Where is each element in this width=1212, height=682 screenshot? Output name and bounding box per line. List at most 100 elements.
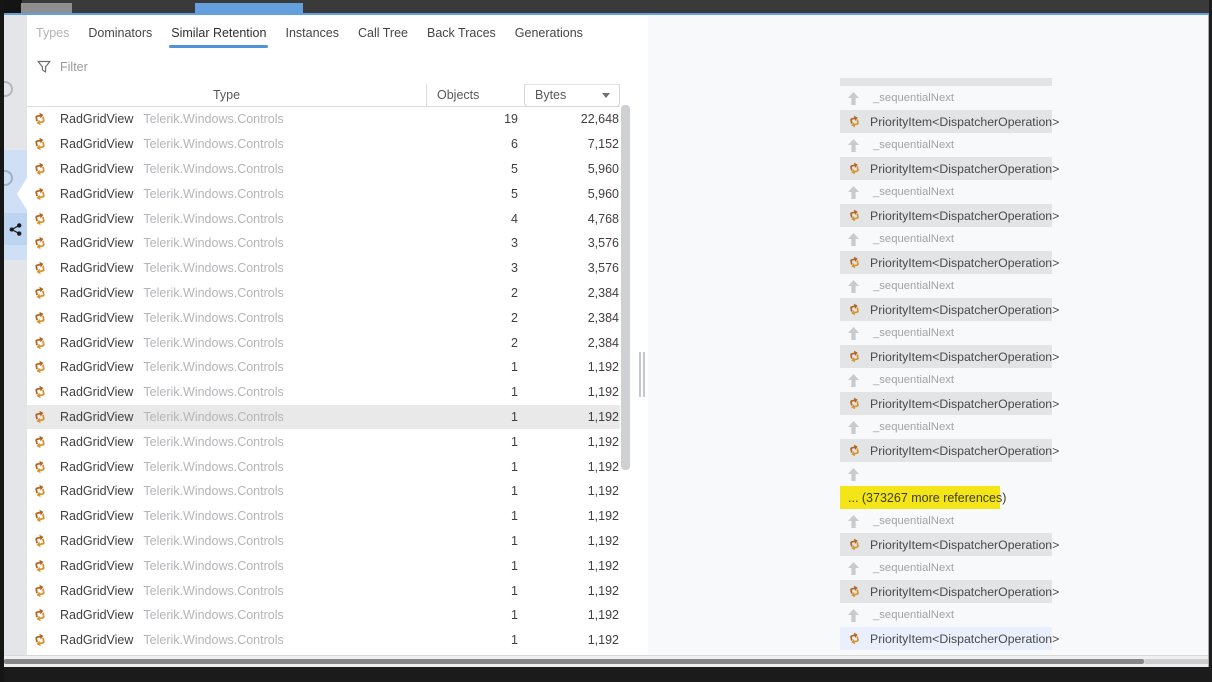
column-header-type[interactable]: Type xyxy=(27,84,426,106)
table-row[interactable]: RadGridView Telerik.Windows.Controls 6 7,15… xyxy=(27,132,620,157)
table-row[interactable]: RadGridView Telerik.Windows.Controls 5 5,96… xyxy=(27,181,620,206)
table-row[interactable]: RadGridView Telerik.Windows.Controls 1 1,19… xyxy=(27,454,620,479)
type-name: RadGridView xyxy=(60,558,134,573)
class-type-icon xyxy=(850,397,859,410)
filter-field[interactable]: Filter xyxy=(37,58,88,76)
object-node[interactable]: PriorityItem<DispatcherOperation> xyxy=(840,392,1059,415)
reference-row: _sequentialNext xyxy=(840,368,1052,392)
object-node[interactable]: PriorityItem<DispatcherOperation> xyxy=(840,251,1059,274)
type-namespace: Telerik.Windows.Controls xyxy=(143,608,284,623)
object-node[interactable]: PriorityItem<DispatcherOperation> xyxy=(840,439,1059,462)
table-row[interactable]: RadGridView Telerik.Windows.Controls 1 1,19… xyxy=(27,355,620,380)
table-row[interactable]: RadGridView Telerik.Windows.Controls 4 4,76… xyxy=(27,206,620,231)
reference-field-label: _sequentialNext xyxy=(873,609,955,621)
object-node[interactable]: PriorityItem<DispatcherOperation> xyxy=(840,533,1059,556)
column-header-objects[interactable]: Objects xyxy=(426,84,524,106)
table-row[interactable]: RadGridView Telerik.Windows.Controls 1 1,19… xyxy=(27,429,620,454)
type-namespace: Telerik.Windows.Controls xyxy=(143,583,284,598)
class-type-icon xyxy=(35,460,45,473)
sort-dropdown-caret-icon[interactable] xyxy=(602,93,610,98)
object-node-partial[interactable] xyxy=(840,78,1052,86)
table-row[interactable]: RadGridView Telerik.Windows.Controls 2 2,38… xyxy=(27,330,620,355)
type-name: RadGridView xyxy=(60,409,134,424)
up-arrow-icon xyxy=(848,326,859,340)
tab-instances[interactable]: Instances xyxy=(285,20,339,48)
objects-count: 1 xyxy=(511,608,518,623)
up-arrow-icon xyxy=(848,373,859,387)
table-vertical-scrollbar[interactable] xyxy=(621,105,630,470)
objects-count: 3 xyxy=(511,236,518,251)
window-bottom-edge xyxy=(0,667,1212,682)
bytes-value: 1,192 xyxy=(587,608,619,623)
object-node[interactable]: PriorityItem<DispatcherOperation> xyxy=(840,580,1059,603)
class-type-icon xyxy=(850,350,859,363)
table-row[interactable]: RadGridView Telerik.Windows.Controls 1 1,19… xyxy=(27,529,620,554)
up-arrow-icon xyxy=(848,561,859,575)
object-type-label: PriorityItem<DispatcherOperation> xyxy=(870,349,1060,364)
up-arrow-icon xyxy=(848,467,859,481)
reference-row xyxy=(840,462,1052,486)
type-namespace: Telerik.Windows.Controls xyxy=(143,335,284,350)
table-row[interactable]: RadGridView Telerik.Windows.Controls 1 1,19… xyxy=(27,380,620,405)
bytes-value: 1,192 xyxy=(587,385,619,400)
table-row[interactable]: RadGridView Telerik.Windows.Controls 1 1,19… xyxy=(27,578,620,603)
retention-analysis-button[interactable] xyxy=(4,213,27,245)
reference-row: _sequentialNext xyxy=(840,133,1052,157)
panel-splitter[interactable] xyxy=(632,15,648,656)
type-namespace: Telerik.Windows.Controls xyxy=(143,633,284,648)
column-header-bytes[interactable]: Bytes xyxy=(524,84,620,107)
class-type-icon xyxy=(35,361,45,374)
tab-generations[interactable]: Generations xyxy=(515,20,583,48)
object-type-label: PriorityItem<DispatcherOperation> xyxy=(870,114,1060,129)
horizontal-scrollbar[interactable] xyxy=(4,655,1209,667)
tab-types[interactable]: Types xyxy=(36,20,69,48)
tab-similar-retention[interactable]: Similar Retention xyxy=(169,20,269,48)
type-namespace: Telerik.Windows.Controls xyxy=(143,533,284,548)
table-row[interactable]: RadGridView Telerik.Windows.Controls 1 1,19… xyxy=(27,628,620,653)
table-row[interactable]: RadGridView Telerik.Windows.Controls 2 2,38… xyxy=(27,305,620,330)
reference-field-label: _sequentialNext xyxy=(873,562,955,574)
chrome-active-tab[interactable] xyxy=(195,3,303,13)
tab-label: Instances xyxy=(285,26,339,40)
type-namespace: Telerik.Windows.Controls xyxy=(143,409,284,424)
object-type-label: PriorityItem<DispatcherOperation> xyxy=(870,302,1060,317)
object-node[interactable]: PriorityItem<DispatcherOperation> xyxy=(840,627,1059,650)
more-references-highlight[interactable]: ... (373267 more references) xyxy=(840,486,1006,509)
bytes-value: 3,576 xyxy=(587,261,619,276)
table-row[interactable]: RadGridView Telerik.Windows.Controls 19 22,… xyxy=(27,107,620,132)
bytes-value: 3,576 xyxy=(587,236,619,251)
tab-dominators[interactable]: Dominators xyxy=(88,20,152,48)
snapshot-circle-icon[interactable] xyxy=(4,170,13,186)
tab-label: Generations xyxy=(514,26,583,40)
type-name: RadGridView xyxy=(60,335,134,350)
reference-field-label: _sequentialNext xyxy=(873,327,955,339)
class-type-icon xyxy=(850,538,859,551)
tab-call-tree[interactable]: Call Tree xyxy=(358,20,408,48)
object-node[interactable]: PriorityItem<DispatcherOperation> xyxy=(840,204,1059,227)
tab-back-traces[interactable]: Back Traces xyxy=(427,20,496,48)
splitter-grip[interactable] xyxy=(639,352,645,397)
horizontal-scrollbar-thumb[interactable] xyxy=(4,659,1144,664)
chrome-inactive-tab[interactable] xyxy=(21,3,72,13)
table-row[interactable]: RadGridView Telerik.Windows.Controls 1 1,19… xyxy=(27,553,620,578)
table-row[interactable]: RadGridView Telerik.Windows.Controls 3 3,57… xyxy=(27,256,620,281)
object-node[interactable]: PriorityItem<DispatcherOperation> xyxy=(840,345,1059,368)
up-arrow-icon xyxy=(848,185,859,199)
table-row[interactable]: RadGridView Telerik.Windows.Controls 5 5,96… xyxy=(27,157,620,182)
table-row[interactable]: RadGridView Telerik.Windows.Controls 3 3,57… xyxy=(27,231,620,256)
table-row[interactable]: RadGridView Telerik.Windows.Controls 1 1,19… xyxy=(27,404,620,430)
reference-row: _sequentialNext xyxy=(840,86,1052,110)
table-row[interactable]: RadGridView Telerik.Windows.Controls 1 1,19… xyxy=(27,479,620,504)
object-node[interactable]: PriorityItem<DispatcherOperation> xyxy=(840,298,1059,321)
table-row[interactable]: RadGridView Telerik.Windows.Controls 2 2,38… xyxy=(27,281,620,306)
snapshot-circle-icon[interactable] xyxy=(4,81,13,97)
class-type-icon xyxy=(35,162,45,176)
object-node[interactable]: PriorityItem<DispatcherOperation> xyxy=(840,157,1059,180)
bytes-value: 1,192 xyxy=(587,558,619,573)
bytes-value: 1,192 xyxy=(587,434,619,449)
object-node[interactable]: PriorityItem<DispatcherOperation> xyxy=(840,110,1059,133)
objects-count: 1 xyxy=(511,509,518,524)
table-row[interactable]: RadGridView Telerik.Windows.Controls 1 1,19… xyxy=(27,603,620,628)
retention-chain: _sequentialNext PriorityItem<DispatcherOp… xyxy=(840,78,1059,650)
table-row[interactable]: RadGridView Telerik.Windows.Controls 1 1,19… xyxy=(27,504,620,529)
